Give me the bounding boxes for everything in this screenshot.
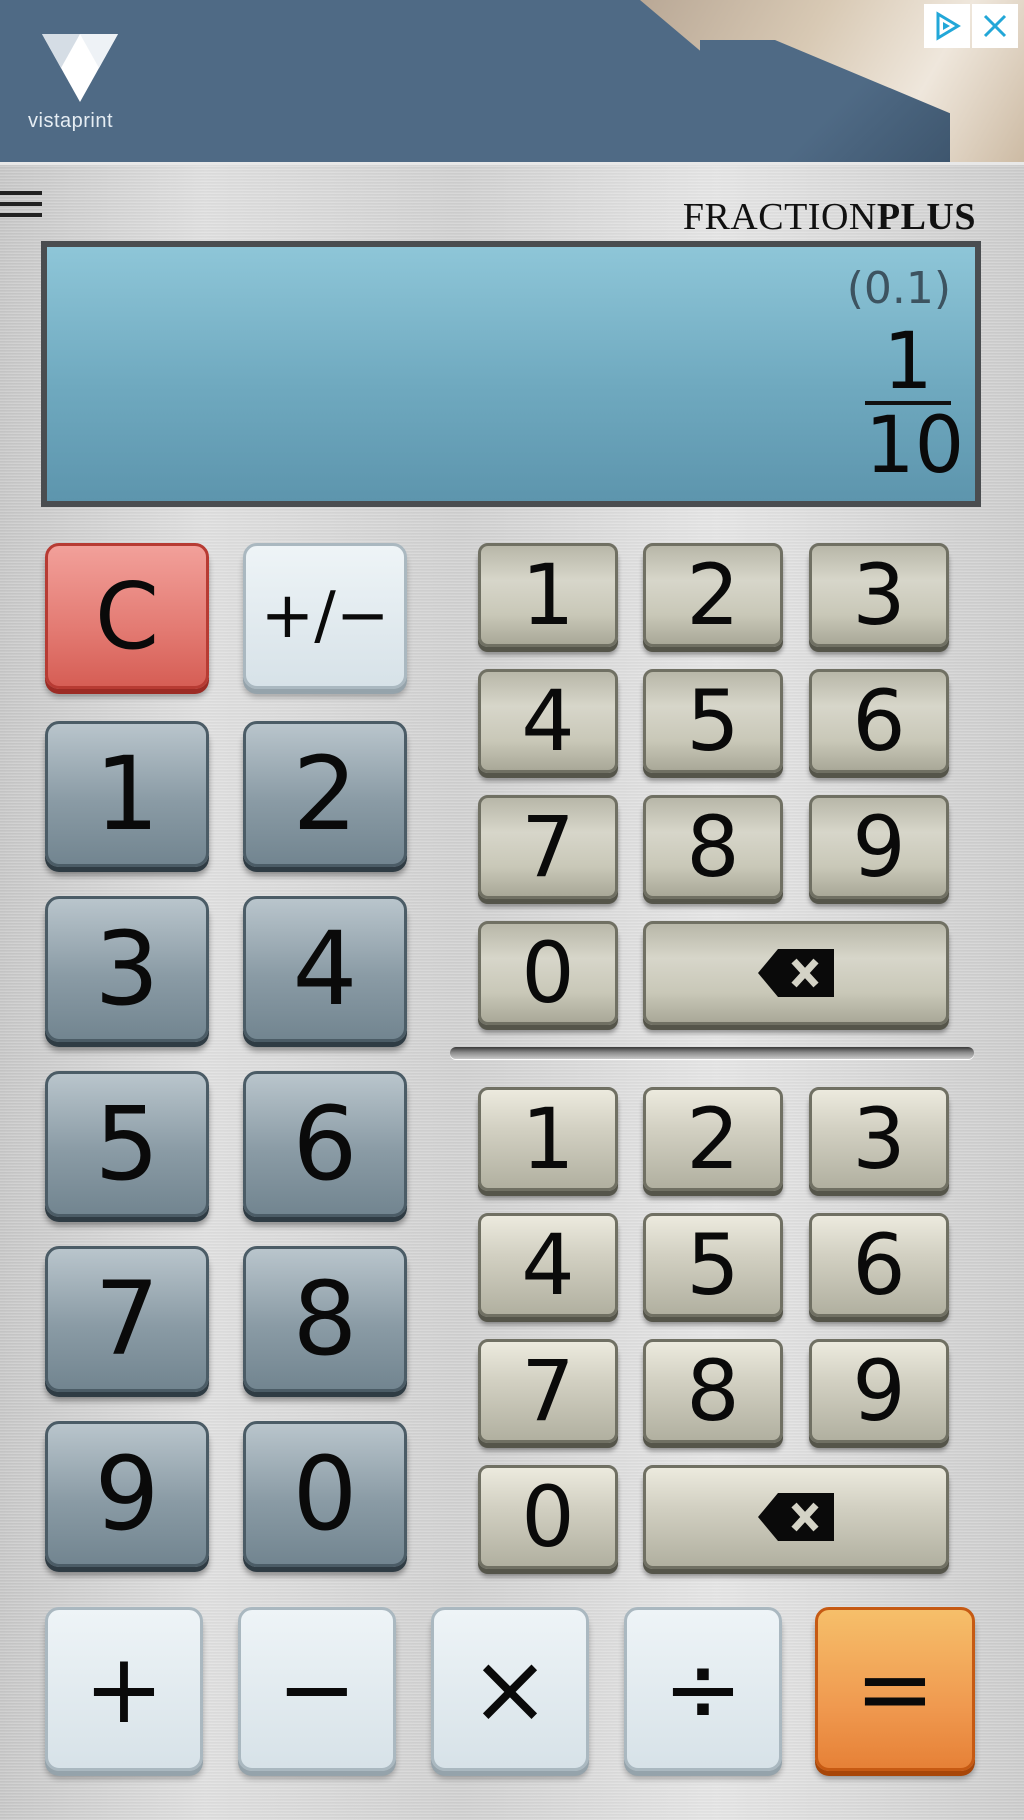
equals-symbol: = — [854, 1633, 936, 1745]
fraction-readout: 1 10 — [865, 317, 965, 491]
brand-light: FRACTION — [682, 196, 877, 238]
numerator-readout: 1 — [883, 317, 933, 407]
denominator-digit-8-button[interactable]: 8 — [643, 1339, 783, 1443]
backspace-icon — [758, 1493, 834, 1541]
numerator-digit-7-button[interactable]: 7 — [478, 795, 618, 899]
display-screen: (0.1) 1 10 — [41, 241, 981, 507]
sign-toggle-button[interactable]: +/− — [243, 543, 407, 689]
whole-digit-9-button[interactable]: 9 — [45, 1421, 209, 1567]
adchoices-icon — [936, 11, 961, 41]
app-brand: FRACTIONPLUS — [683, 195, 976, 239]
adchoices-button[interactable] — [924, 4, 970, 48]
multiply-button[interactable]: × — [431, 1607, 589, 1771]
denominator-backspace-button[interactable] — [643, 1465, 949, 1569]
denominator-digit-5-button[interactable]: 5 — [643, 1213, 783, 1317]
clear-button[interactable]: C — [45, 543, 209, 689]
whole-digit-4-button[interactable]: 4 — [243, 896, 407, 1042]
whole-digit-0-button[interactable]: 0 — [243, 1421, 407, 1567]
denominator-digit-0-button[interactable]: 0 — [478, 1465, 618, 1569]
equals-button[interactable]: = — [815, 1607, 975, 1771]
denominator-readout: 10 — [865, 401, 965, 491]
hamburger-menu-icon[interactable] — [0, 191, 44, 227]
brand-bold: PLUS — [876, 196, 976, 238]
denominator-digit-7-button[interactable]: 7 — [478, 1339, 618, 1443]
numerator-backspace-button[interactable] — [643, 921, 949, 1025]
whole-digit-1-button[interactable]: 1 — [45, 721, 209, 867]
denominator-digit-2-button[interactable]: 2 — [643, 1087, 783, 1191]
ad-brand-text: vistaprint — [28, 110, 114, 132]
ad-banner[interactable]: vistaprint — [0, 0, 1024, 165]
whole-digit-6-button[interactable]: 6 — [243, 1071, 407, 1217]
whole-digit-8-button[interactable]: 8 — [243, 1246, 407, 1392]
denominator-digit-9-button[interactable]: 9 — [809, 1339, 949, 1443]
whole-digit-7-button[interactable]: 7 — [45, 1246, 209, 1392]
whole-digit-3-button[interactable]: 3 — [45, 896, 209, 1042]
numerator-digit-2-button[interactable]: 2 — [643, 543, 783, 647]
close-icon — [983, 14, 1007, 38]
whole-digit-2-button[interactable]: 2 — [243, 721, 407, 867]
denominator-digit-4-button[interactable]: 4 — [478, 1213, 618, 1317]
numerator-digit-1-button[interactable]: 1 — [478, 543, 618, 647]
whole-digit-5-button[interactable]: 5 — [45, 1071, 209, 1217]
vistaprint-logo-icon — [42, 34, 118, 102]
denominator-digit-6-button[interactable]: 6 — [809, 1213, 949, 1317]
numerator-digit-6-button[interactable]: 6 — [809, 669, 949, 773]
multiply-symbol: × — [469, 1633, 551, 1745]
plus-symbol: + — [83, 1633, 165, 1745]
numerator-digit-3-button[interactable]: 3 — [809, 543, 949, 647]
calculator: FRACTIONPLUS (0.1) 1 10 C +/− 1 2 3 4 5 … — [0, 165, 1024, 1820]
decimal-readout: (0.1) — [846, 263, 951, 314]
numerator-digit-8-button[interactable]: 8 — [643, 795, 783, 899]
fraction-divider — [450, 1047, 974, 1059]
backspace-icon — [758, 949, 834, 997]
numerator-digit-5-button[interactable]: 5 — [643, 669, 783, 773]
minus-button[interactable]: − — [238, 1607, 396, 1771]
divide-button[interactable]: ÷ — [624, 1607, 782, 1771]
denominator-digit-3-button[interactable]: 3 — [809, 1087, 949, 1191]
numerator-digit-9-button[interactable]: 9 — [809, 795, 949, 899]
numerator-digit-4-button[interactable]: 4 — [478, 669, 618, 773]
minus-symbol: − — [276, 1633, 358, 1745]
denominator-digit-1-button[interactable]: 1 — [478, 1087, 618, 1191]
numerator-digit-0-button[interactable]: 0 — [478, 921, 618, 1025]
plus-button[interactable]: + — [45, 1607, 203, 1771]
ad-close-button[interactable] — [972, 4, 1018, 48]
ad-logo: vistaprint — [28, 34, 148, 133]
divide-symbol: ÷ — [662, 1633, 744, 1745]
